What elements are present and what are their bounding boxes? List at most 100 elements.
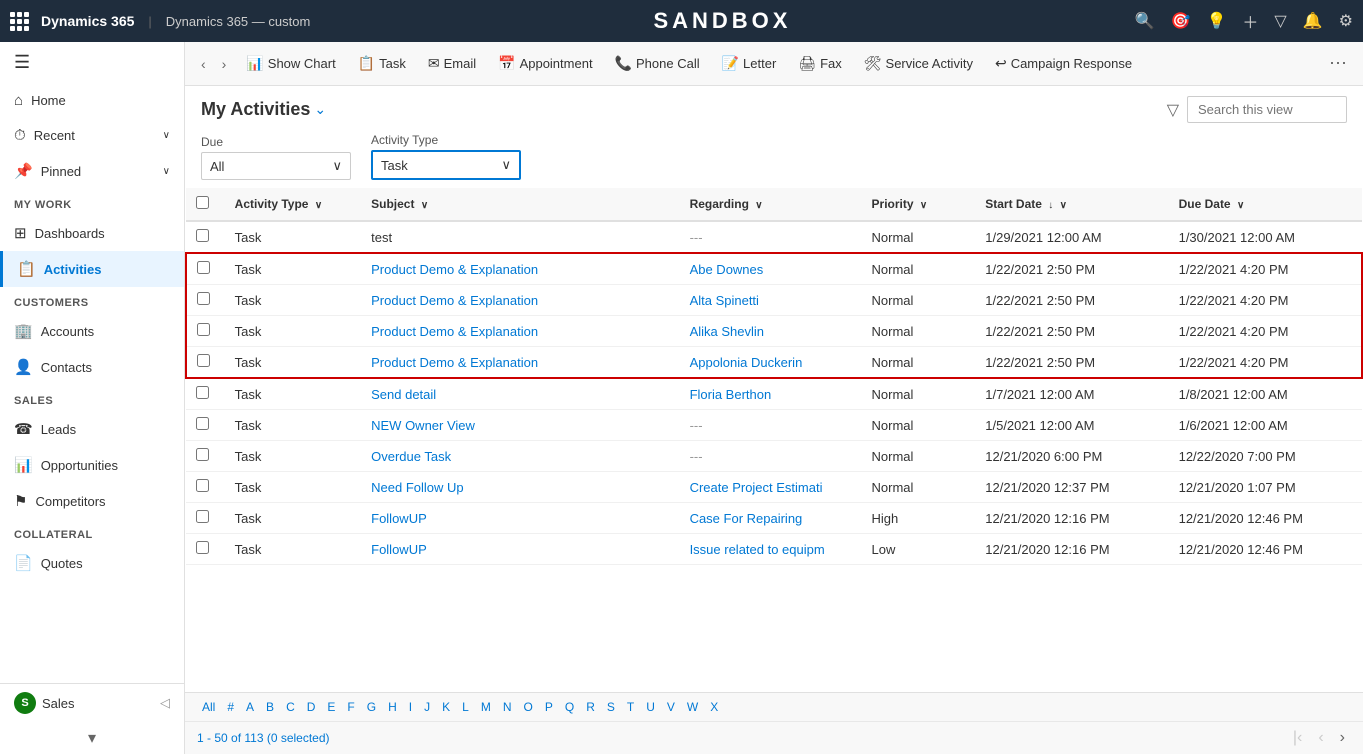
sidebar-item-contacts[interactable]: 👤 Contacts [0,349,184,385]
sidebar-item-activities[interactable]: 📋 Activities [0,251,184,287]
sidebar-item-home[interactable]: ⌂ Home [0,83,184,118]
col-header-due-date[interactable]: Due Date ∨ [1169,188,1362,221]
row-checkbox[interactable] [197,323,210,336]
alpha-btn-m[interactable]: M [476,697,496,717]
regarding-link[interactable]: Alta Spinetti [690,293,759,308]
cell-subject[interactable]: Product Demo & Explanation [361,316,679,347]
cell-regarding[interactable]: Issue related to equipm [680,534,862,565]
alpha-btn-w[interactable]: W [682,697,703,717]
alpha-btn-n[interactable]: N [498,697,517,717]
next-page-button[interactable]: › [1334,727,1351,749]
activity-type-filter-select[interactable]: Task ∨ [371,150,521,180]
regarding-link[interactable]: Case For Repairing [690,511,803,526]
sidebar-item-pinned[interactable]: 📌 Pinned ∨ [0,153,184,189]
row-checkbox[interactable] [197,354,210,367]
fax-button[interactable]: 🖨 Fax [788,50,851,77]
alpha-btn-p[interactable]: P [540,697,558,717]
subject-link[interactable]: FollowUP [371,542,427,557]
alpha-btn-g[interactable]: G [362,697,381,717]
cell-regarding[interactable]: Abe Downes [680,253,862,285]
alpha-btn-s[interactable]: S [602,697,620,717]
regarding-link[interactable]: Issue related to equipm [690,542,825,557]
alpha-btn-k[interactable]: K [437,697,455,717]
alpha-btn-f[interactable]: F [342,697,359,717]
alpha-btn-all[interactable]: All [197,697,220,717]
subject-link[interactable]: FollowUP [371,511,427,526]
alpha-btn-#[interactable]: # [222,697,239,717]
nav-forward-button[interactable]: › [214,51,235,77]
show-chart-button[interactable]: 📊 Show Chart [236,50,345,77]
due-filter-select[interactable]: All ∨ [201,152,351,180]
service-activity-button[interactable]: 🛠 Service Activity [854,50,983,77]
alpha-btn-e[interactable]: E [322,697,340,717]
regarding-link[interactable]: Floria Berthon [690,387,772,402]
subject-link[interactable]: Product Demo & Explanation [371,324,538,339]
cell-regarding[interactable]: Alika Shevlin [680,316,862,347]
cell-subject[interactable]: Send detail [361,378,679,410]
phone-call-button[interactable]: 📞 Phone Call [605,50,710,77]
alpha-btn-j[interactable]: J [419,697,435,717]
subject-link[interactable]: Product Demo & Explanation [371,293,538,308]
col-header-regarding[interactable]: Regarding ∨ [680,188,862,221]
row-checkbox[interactable] [196,479,209,492]
sidebar-item-quotes[interactable]: 📄 Quotes [0,545,184,581]
cell-regarding[interactable]: Floria Berthon [680,378,862,410]
alpha-btn-q[interactable]: Q [560,697,579,717]
alpha-btn-d[interactable]: D [302,697,321,717]
alpha-btn-h[interactable]: H [383,697,402,717]
more-commands-button[interactable]: ⋯ [1321,48,1355,79]
cell-subject[interactable]: FollowUP [361,503,679,534]
cell-regarding[interactable]: Alta Spinetti [680,285,862,316]
waffle-menu[interactable] [10,12,29,31]
prev-page-button[interactable]: ‹ [1312,727,1329,749]
cell-subject[interactable]: Overdue Task [361,441,679,472]
subject-link[interactable]: Product Demo & Explanation [371,262,538,277]
target-icon[interactable]: 🎯 [1171,11,1191,31]
row-checkbox[interactable] [196,417,209,430]
subject-link[interactable]: Overdue Task [371,449,451,464]
alpha-btn-u[interactable]: U [641,697,660,717]
letter-button[interactable]: 📝 Letter [712,50,787,77]
alpha-btn-a[interactable]: A [241,697,259,717]
alpha-btn-t[interactable]: T [622,697,639,717]
nav-back-button[interactable]: ‹ [193,51,214,77]
row-checkbox[interactable] [196,510,209,523]
col-header-subject[interactable]: Subject ∨ [361,188,679,221]
col-header-check[interactable] [186,188,225,221]
sidebar-expand-icon[interactable]: ◁ [160,695,170,711]
row-checkbox[interactable] [197,261,210,274]
alpha-btn-x[interactable]: X [705,697,723,717]
cell-regarding[interactable]: Appolonia Duckerin [680,347,862,379]
filter-icon[interactable]: ▽ [1274,11,1286,31]
sidebar-item-competitors[interactable]: ⚑ Competitors [0,483,184,519]
cell-subject[interactable]: FollowUP [361,534,679,565]
appointment-button[interactable]: 📅 Appointment [488,50,602,77]
row-checkbox[interactable] [196,541,209,554]
alpha-btn-o[interactable]: O [519,697,538,717]
cell-subject[interactable]: Product Demo & Explanation [361,285,679,316]
sidebar-item-opportunities[interactable]: 📊 Opportunities [0,447,184,483]
col-header-start-date[interactable]: Start Date ↓ ∨ [975,188,1168,221]
search-view-input[interactable] [1187,96,1347,123]
row-checkbox[interactable] [196,229,209,242]
help-icon[interactable]: 💡 [1206,11,1226,31]
sidebar-item-recent[interactable]: ⏱ Recent ∨ [0,118,184,153]
sidebar-item-accounts[interactable]: 🏢 Accounts [0,313,184,349]
cell-subject[interactable]: Need Follow Up [361,472,679,503]
alpha-btn-l[interactable]: L [457,697,474,717]
alpha-btn-b[interactable]: B [261,697,279,717]
search-icon[interactable]: 🔍 [1135,11,1155,31]
settings-icon[interactable]: ⚙ [1339,11,1353,31]
alpha-btn-i[interactable]: I [404,697,417,717]
email-button[interactable]: ✉ Email [418,50,486,77]
cell-regarding[interactable]: Create Project Estimati [680,472,862,503]
sidebar-item-leads[interactable]: ☎ Leads [0,411,184,447]
cell-regarding[interactable]: Case For Repairing [680,503,862,534]
task-button[interactable]: 📋 Task [348,50,416,77]
row-checkbox[interactable] [197,292,210,305]
regarding-link[interactable]: Appolonia Duckerin [690,355,803,370]
sidebar-bottom-app[interactable]: S Sales [14,692,75,714]
hamburger-menu[interactable]: ☰ [0,42,184,83]
notifications-icon[interactable]: 🔔 [1303,11,1323,31]
campaign-response-button[interactable]: ↩ Campaign Response [985,50,1142,77]
